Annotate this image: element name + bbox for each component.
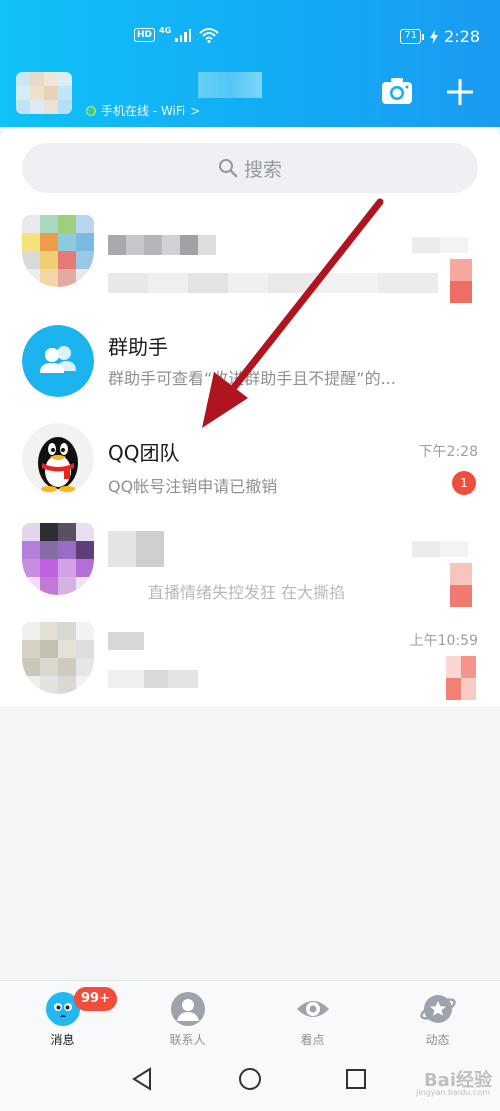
title-blurred [108,235,216,255]
time-blurred [412,237,468,253]
qq-penguin-icon [22,423,94,495]
search-icon [218,159,238,178]
unread-badge: 1 [452,471,476,495]
online-status-text: 手机在线 - WiFi [101,104,186,118]
network-type: 4G [159,25,172,35]
watermark-url: jingyan.baidu.com [416,1088,490,1097]
back-icon[interactable] [128,1064,158,1094]
message-preview: 群助手可查看“收进群助手且不提醒”的... [108,369,396,388]
tab-label: 消息 [50,1033,75,1047]
tab-label: 动态 [425,1033,450,1047]
chevron-right-icon: > [190,103,201,118]
camera-icon[interactable] [381,76,413,106]
recents-icon[interactable] [341,1064,371,1094]
bottom-tab-bar: 消息 99+ 联系人 看点 动态 [0,980,500,1052]
group-assistant-icon [22,325,94,397]
eye-icon [296,1001,329,1017]
status-right: 71 2:28 [400,27,480,46]
preview-blurred [108,273,438,293]
tab-messages[interactable]: 消息 99+ [0,981,125,1052]
unread-badge-blurred [446,656,476,700]
list-item[interactable]: 上午10:59 [0,614,500,706]
top-header: HD 4G 71 2:28 手机在线 - WiFi > [0,0,500,127]
tab-label: 看点 [300,1033,325,1047]
list-item[interactable] [0,205,500,313]
avatar [22,523,94,595]
plus-icon[interactable] [444,76,476,108]
star-planet-icon [419,995,456,1023]
title-blurred [108,632,144,650]
tab-label: 联系人 [169,1033,206,1047]
list-item[interactable]: 群助手 群助手可查看“收进群助手且不提醒”的... [0,313,500,409]
status-time: 2:28 [444,27,480,46]
list-item[interactable]: 直播情绪失控发狂 在大撕掐 [0,509,500,614]
hd-badge: HD [134,28,156,42]
message-title: 群助手 [108,335,168,359]
status-bar: HD 4G 71 2:28 [0,24,500,50]
message-list: 群助手 群助手可查看“收进群助手且不提醒”的... QQ团队 QQ帐号注销申请已… [0,205,500,706]
message-preview: 直播情绪失控发狂 在大撕掐 [148,583,346,602]
preview-blurred [108,670,198,688]
user-avatar[interactable] [16,72,72,114]
contacts-icon [170,992,205,1026]
signal-indicators: HD 4G [134,25,219,43]
online-status[interactable]: 手机在线 - WiFi > [86,102,200,119]
battery-icon: 71 [400,29,425,44]
online-dot-icon [86,105,96,116]
title-blurred [108,531,164,567]
message-preview: QQ帐号注销申请已撤销 [108,477,278,496]
system-nav-bar: Bai经验 jingyan.baidu.com [0,1052,500,1111]
search-placeholder: 搜索 [243,158,282,181]
charging-icon [430,29,439,44]
tab-dongtai[interactable]: 动态 [375,981,500,1052]
time-blurred [412,541,468,557]
unread-count-badge: 99+ [74,987,117,1011]
search-input[interactable]: 搜索 [22,143,478,193]
avatar [22,622,94,694]
tab-kandian[interactable]: 看点 [250,981,375,1052]
search-section: 搜索 [0,127,500,205]
message-time: 下午2:28 [418,444,478,460]
unread-badge-blurred [450,259,472,303]
avatar [22,215,94,287]
message-time: 上午10:59 [409,633,478,649]
user-nickname-blurred[interactable] [198,72,262,98]
message-title: QQ团队 [108,441,180,465]
unread-badge-blurred [450,563,472,607]
wifi-icon [199,28,219,43]
tab-contacts[interactable]: 联系人 [125,981,250,1052]
home-icon[interactable] [235,1064,265,1094]
signal-icon [175,28,192,42]
list-item[interactable]: QQ团队 QQ帐号注销申请已撤销 下午2:28 1 [0,409,500,509]
battery-level: 71 [400,29,422,44]
